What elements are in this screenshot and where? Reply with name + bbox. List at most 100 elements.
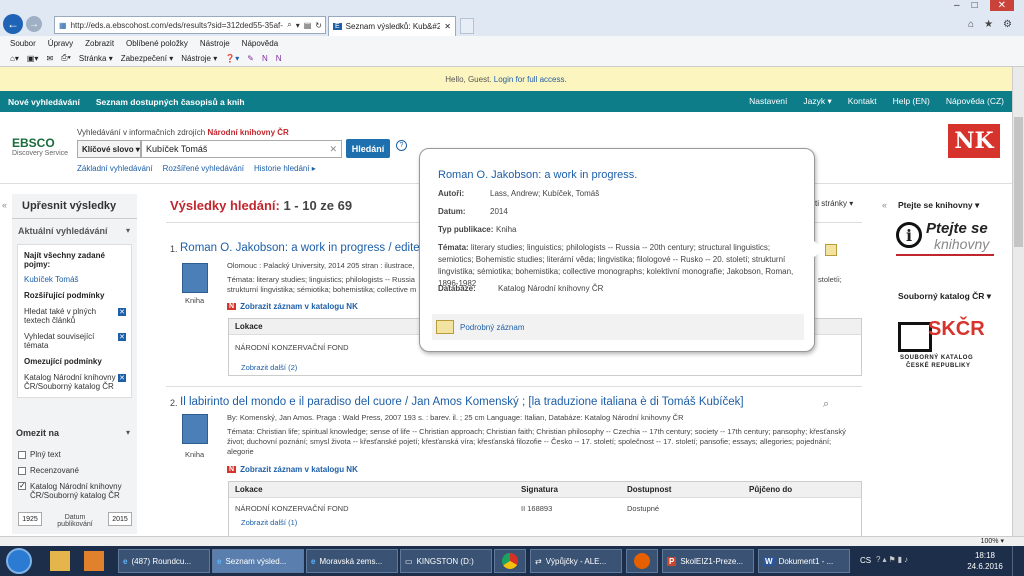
catalog-checkbox[interactable]: ✓	[18, 482, 26, 490]
nav-help-en[interactable]: Help (EN)	[885, 96, 938, 107]
term-link[interactable]: Kubíček Tomáš	[24, 275, 79, 284]
onenote-icon[interactable]: N	[262, 54, 268, 63]
preview-icon[interactable]	[825, 244, 837, 256]
remove-expander1-icon[interactable]: ✕	[118, 308, 126, 316]
cmd-security[interactable]: Zabezpečení ▾	[121, 54, 174, 63]
vertical-scrollbar[interactable]	[1012, 67, 1024, 545]
maximize-icon[interactable]: □	[972, 0, 978, 11]
tray-icons[interactable]: ?▴⚑▮♪	[876, 555, 910, 564]
ask-library-heading[interactable]: Ptejte se knihovny ▾	[898, 200, 979, 211]
dropdown-icon[interactable]: ▾	[296, 21, 300, 30]
task-word[interactable]: W Dokument1 - ...	[758, 549, 850, 573]
close-window-icon[interactable]: ✕	[989, 0, 1014, 11]
back-icon[interactable]: ←	[3, 14, 23, 34]
fulltext-checkbox-row[interactable]: Plný text	[18, 450, 61, 459]
refresh-icon[interactable]: ↻	[315, 21, 325, 30]
peer-checkbox[interactable]	[18, 466, 26, 475]
task-firefox[interactable]	[626, 549, 658, 573]
collapse-left-icon[interactable]: «	[2, 200, 7, 210]
result2-catalog-link[interactable]: Zobrazit záznam v katalogu NK	[240, 465, 358, 474]
advanced-search-link[interactable]: Rozšířené vyhledávání	[163, 164, 244, 173]
browser-tab[interactable]: E Seznam výsledků: Kub&#23... ✕	[328, 16, 456, 36]
window-controls[interactable]: – □ ✕	[954, 0, 1014, 11]
task-results[interactable]: e Seznam výsled...	[212, 549, 304, 573]
clear-search-icon[interactable]: ✕	[329, 144, 337, 155]
help-icon[interactable]: ❓▾	[225, 54, 239, 63]
nav-journals[interactable]: Seznam dostupných časopisů a knih	[88, 97, 253, 107]
nav-language[interactable]: Jazyk ▾	[795, 96, 839, 107]
explorer-icon[interactable]	[50, 551, 70, 571]
result1-catalog-link[interactable]: Zobrazit záznam v katalogu NK	[240, 302, 358, 311]
menu-oblibene[interactable]: Oblíbené položky	[126, 39, 188, 48]
minimize-icon[interactable]: –	[954, 0, 960, 11]
page-options[interactable]: ti stránky ▾	[815, 199, 853, 208]
result1-title-link[interactable]: Roman O. Jakobson: a work in progress / …	[180, 242, 420, 254]
address-bar[interactable]: ▦ http://eds.a.ebscohost.com/eds/results…	[54, 16, 326, 34]
task-kingston[interactable]: ▭ KINGSTON (D:)	[400, 549, 492, 573]
cmd-page[interactable]: Stránka ▾	[79, 54, 113, 63]
remove-expander2-icon[interactable]: ✕	[118, 333, 126, 341]
result2-more-link[interactable]: Zobrazit další (1)	[229, 514, 861, 528]
settings-gear-icon[interactable]: ⚙	[1003, 19, 1012, 30]
menu-zobrazit[interactable]: Zobrazit	[85, 39, 114, 48]
search-button[interactable]: Hledání	[346, 139, 390, 158]
forward-icon[interactable]: →	[26, 16, 42, 32]
mail-icon[interactable]: ✉	[46, 54, 53, 63]
ask-library-logo[interactable]: i Ptejte se knihovny	[896, 220, 994, 256]
catalog-checkbox-row[interactable]: ✓ Katalog Národní knihovny ČR/Souborný k…	[18, 482, 126, 500]
result2-title-link[interactable]: Il labirinto del mondo e il paradiso del…	[180, 396, 744, 408]
union-catalog-heading[interactable]: Souborný katalog ČR ▾	[898, 291, 991, 302]
result1-catalog[interactable]: N Zobrazit záznam v katalogu NK	[227, 302, 358, 311]
show-desktop-button[interactable]	[1012, 546, 1024, 576]
new-tab-button[interactable]	[460, 18, 474, 34]
basic-search-link[interactable]: Základní vyhledávání	[77, 164, 153, 173]
preview2-icon[interactable]: ⌕	[823, 398, 829, 411]
onenote2-icon[interactable]: N	[276, 54, 282, 63]
addon-icon[interactable]: ✎	[247, 54, 254, 63]
task-vypujcky[interactable]: ⇄ Výpůjčky - ALE...	[530, 549, 622, 573]
zoom-level[interactable]: 100% ▾	[981, 537, 1004, 545]
feeds-icon[interactable]: ▣▾	[27, 54, 39, 63]
scroll-thumb[interactable]	[1014, 117, 1023, 247]
result2-catalog[interactable]: N Zobrazit záznam v katalogu NK	[227, 465, 358, 474]
cmd-tools[interactable]: Nástroje ▾	[181, 54, 217, 63]
search-help-icon[interactable]: ?	[396, 140, 407, 151]
ebsco-logo[interactable]: EBSCO Discovery Service	[12, 136, 68, 157]
collapse-right-icon[interactable]: «	[882, 200, 887, 210]
search-icon[interactable]: ⌕	[287, 20, 291, 30]
task-moravska[interactable]: e Moravská zems...	[306, 549, 398, 573]
print-icon[interactable]: ⎙▾	[61, 53, 71, 63]
collapse-current-icon[interactable]: ▾	[126, 226, 130, 235]
skcr-logo[interactable]: SKČR SOUBORNÝ KATALOG ČESKÉ REPUBLIKY	[898, 318, 990, 374]
popup-title[interactable]: Roman O. Jakobson: a work in progress.	[438, 169, 637, 181]
task-chrome[interactable]	[494, 549, 526, 573]
collapse-limit-icon[interactable]: ▾	[126, 428, 130, 437]
nav-new-search[interactable]: Nové vyhledávání	[0, 97, 88, 107]
nav-help-cz[interactable]: Nápověda (CZ)	[938, 96, 1012, 107]
tab-close-icon[interactable]: ✕	[444, 22, 455, 31]
fulltext-checkbox[interactable]	[18, 450, 26, 459]
nav-settings[interactable]: Nastavení	[741, 96, 795, 107]
compat-icon[interactable]: ▤	[304, 21, 312, 30]
task-powerpoint[interactable]: P SkolEIZ1-Preze...	[662, 549, 754, 573]
home-small-icon[interactable]: ⌂▾	[10, 54, 19, 63]
favorites-star-icon[interactable]: ★	[984, 19, 993, 30]
search-history-link[interactable]: Historie hledání ▸	[254, 164, 316, 173]
peer-checkbox-row[interactable]: Recenzované	[18, 466, 79, 475]
login-link[interactable]: Login for full access.	[494, 75, 567, 84]
menu-nastroje[interactable]: Nástroje	[200, 39, 230, 48]
year-from-input[interactable]: 1925	[18, 512, 42, 526]
media-player-icon[interactable]	[84, 551, 104, 571]
field-select[interactable]: Klíčové slovo ▾	[77, 140, 141, 158]
remove-limiter-icon[interactable]: ✕	[118, 374, 126, 382]
clock[interactable]: 18:18 24.6.2016	[965, 550, 1005, 572]
popup-detail-bar[interactable]: Podrobný záznam	[432, 314, 804, 340]
nav-contact[interactable]: Kontakt	[840, 96, 885, 107]
detail-record-link[interactable]: Podrobný záznam	[460, 323, 524, 332]
menu-upravy[interactable]: Úpravy	[48, 39, 73, 48]
nk-logo[interactable]: NK	[948, 124, 1000, 158]
result1-more-link[interactable]: Zobrazit další (2)	[229, 353, 861, 373]
menu-soubor[interactable]: Soubor	[10, 39, 36, 48]
year-to-input[interactable]: 2015	[108, 512, 132, 526]
home-icon[interactable]: ⌂	[968, 19, 974, 30]
